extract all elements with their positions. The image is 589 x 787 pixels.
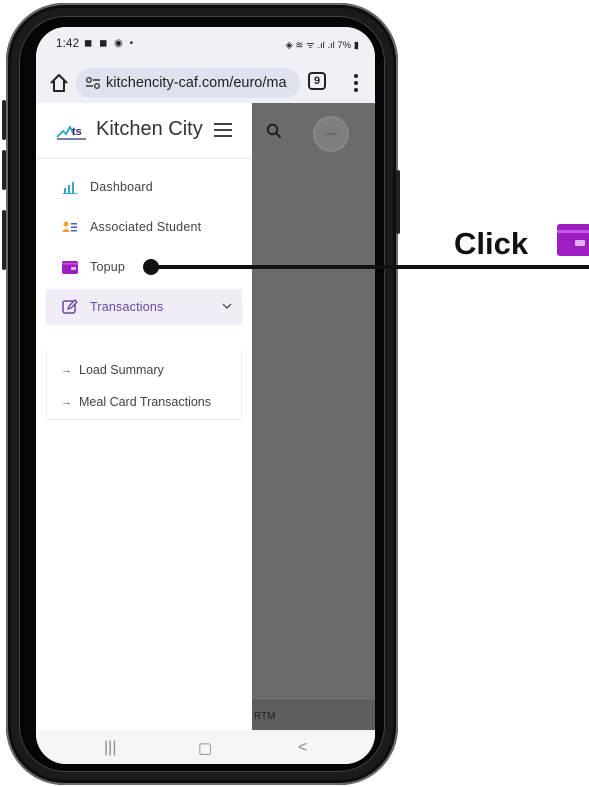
chevron-down-icon <box>222 303 232 309</box>
home-icon[interactable] <box>48 72 70 94</box>
status-time: 1:42 <box>56 38 80 50</box>
brand-logo-icon: ts <box>56 125 86 140</box>
edit-icon <box>62 299 78 315</box>
side-key <box>2 210 6 270</box>
system-status-icons: ◈ ≋ ᯤ .ıl .ıl 7% ▮ <box>285 40 359 51</box>
volume-button-lower <box>2 150 6 190</box>
page-footer: RTM <box>252 700 375 731</box>
callout-pointer-dot <box>143 259 159 275</box>
back-icon[interactable]: < <box>298 739 307 757</box>
callout-pointer-line <box>149 265 589 269</box>
submenu-item-meal-card-transactions[interactable]: → Meal Card Transactions <box>47 387 243 417</box>
power-button <box>396 170 400 234</box>
sidebar-item-associated-student[interactable]: Associated Student <box>46 209 242 245</box>
page-overlay[interactable]: RTM <box>252 103 375 731</box>
more-vert-icon[interactable] <box>352 72 360 94</box>
phone-screen: 1:42 ◼ ◼ ◉ • ◈ ≋ ᯤ .ıl .ıl 7% ▮ kitchenc… <box>36 27 375 764</box>
submenu-item-label: Load Summary <box>79 363 164 377</box>
home-nav-icon[interactable]: ▢ <box>198 739 212 757</box>
url-text: kitchencity-caf.com/euro/ma <box>106 75 287 91</box>
address-bar[interactable]: kitchencity-caf.com/euro/ma <box>76 68 300 98</box>
search-icon[interactable] <box>266 123 282 139</box>
site-settings-icon[interactable] <box>85 76 101 90</box>
tab-switcher-button[interactable]: 9 <box>308 72 326 90</box>
submenu-item-label: Meal Card Transactions <box>79 395 212 409</box>
submenu-item-load-summary[interactable]: → Load Summary <box>47 355 243 385</box>
bar-chart-icon <box>62 179 78 195</box>
student-card-icon <box>62 219 78 235</box>
arrow-right-icon: → <box>61 396 72 408</box>
system-navigation-bar: ||| ▢ < <box>36 730 375 764</box>
wallet-icon <box>62 259 78 275</box>
callout-label: Click <box>454 226 529 261</box>
browser-toolbar: kitchencity-caf.com/euro/ma 9 <box>36 63 375 103</box>
sidebar-item-transactions[interactable]: Transactions <box>46 289 242 325</box>
footer-text: RTM <box>254 711 276 722</box>
sidebar-header: ts Kitchen City <box>36 103 252 159</box>
sidebar-item-label: Transactions <box>90 300 164 314</box>
sidebar-item-label: Associated Student <box>90 220 202 234</box>
brand-name: Kitchen City <box>96 118 203 140</box>
svg-text:ts: ts <box>72 126 82 138</box>
sidebar: ts Kitchen City Dashboard Associated Stu… <box>36 103 252 730</box>
sidebar-item-label: Dashboard <box>90 180 153 194</box>
sidebar-item-dashboard[interactable]: Dashboard <box>46 169 242 205</box>
web-page: ts Kitchen City Dashboard Associated Stu… <box>36 103 375 731</box>
avatar[interactable] <box>313 116 349 152</box>
notification-icons: ◼ ◼ ◉ • <box>84 38 136 49</box>
sidebar-item-label: Topup <box>90 260 126 274</box>
recent-apps-icon[interactable]: ||| <box>104 739 116 757</box>
hamburger-menu-icon[interactable] <box>214 123 232 137</box>
status-bar: 1:42 ◼ ◼ ◉ • ◈ ≋ ᯤ .ıl .ıl 7% ▮ <box>36 27 375 63</box>
transactions-submenu: → Load Summary → Meal Card Transactions <box>46 351 242 420</box>
wallet-icon <box>557 224 589 256</box>
arrow-right-icon: → <box>61 364 72 376</box>
volume-button <box>2 100 6 140</box>
